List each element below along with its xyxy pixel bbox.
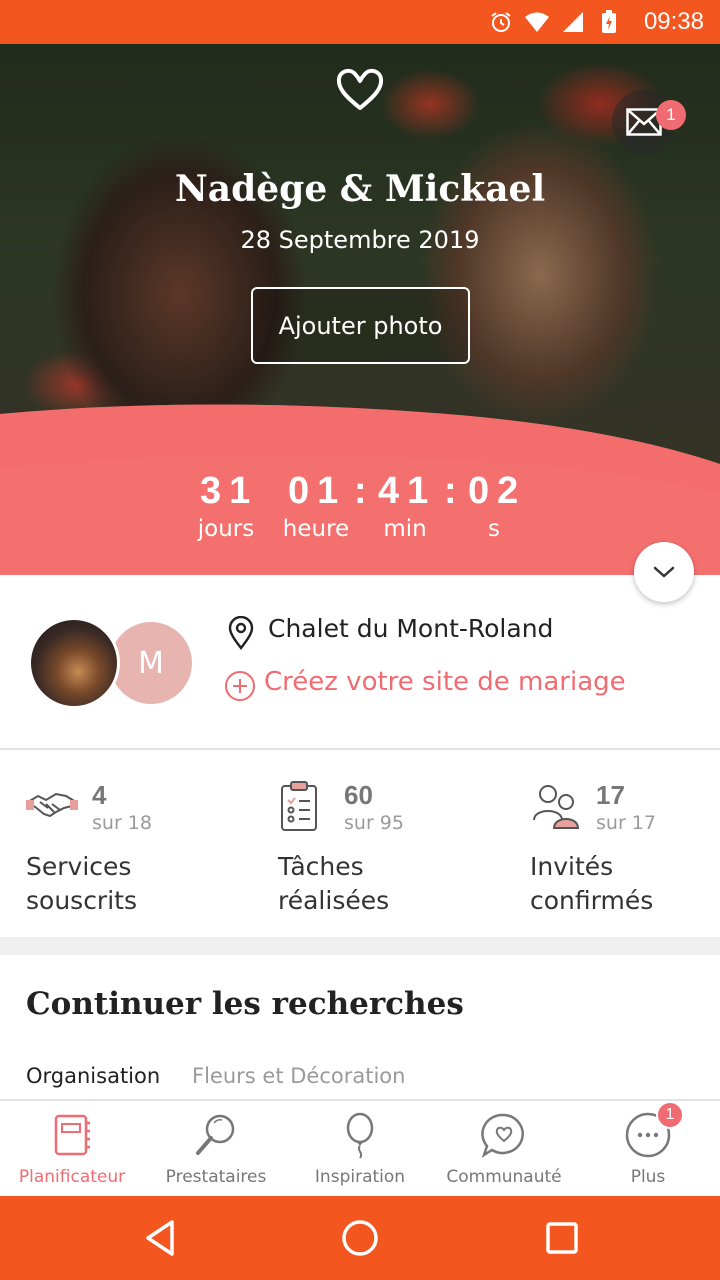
couple-names: Nadège & Mickael [174,168,546,210]
stat-guests[interactable]: 17 sur 17 Invités confirmés [530,776,720,926]
stat-total: sur 17 [596,812,656,834]
home-icon[interactable] [338,1216,382,1260]
nav-prestataires[interactable]: Prestataires [144,1101,288,1198]
location-pin-icon [228,616,254,650]
heart-logo-icon [336,68,384,110]
countdown-seconds: 02 [468,470,527,512]
countdown-seconds-unit: s [488,516,500,542]
section-title: Continuer les recherches [26,986,464,1022]
nav-inspiration[interactable]: Inspiration [288,1101,432,1198]
section-divider [0,937,720,955]
add-circle-icon [225,671,255,701]
stat-count: 4 [92,780,107,810]
nav-communaute[interactable]: Communauté [432,1101,576,1198]
stat-total: sur 95 [344,812,404,834]
countdown-separator: : [444,470,457,512]
planner-book-icon [54,1114,90,1156]
countdown-minutes: 41 [378,470,437,512]
alarm-icon [488,9,514,35]
wifi-icon [524,9,550,35]
partner-avatar[interactable]: M [107,619,195,707]
messages-badge: 1 [656,100,686,130]
search-icon [196,1114,235,1155]
stat-label: Invités confirmés [530,852,654,915]
tab-organisation[interactable]: Organisation [26,1064,160,1088]
countdown-hours: 01 [288,470,347,512]
battery-icon [596,9,622,35]
nav-planificateur[interactable]: Planificateur [0,1101,144,1198]
countdown-days: 31 [200,470,259,512]
stat-label: Services souscrits [26,852,137,915]
system-navigation-bar [0,1196,720,1280]
clipboard-checklist-icon [281,781,317,831]
nav-label: Prestataires [165,1167,267,1187]
handshake-icon [26,792,78,818]
stat-tasks[interactable]: 60 sur 95 Tâches réalisées [278,776,518,926]
nav-label: Communauté [446,1167,562,1187]
expand-button[interactable] [634,542,694,602]
stat-label: Tâches réalisées [278,852,390,915]
countdown-days-unit: jours [197,516,255,542]
signal-icon [560,9,586,35]
create-website-link[interactable]: Créez votre site de mariage [264,667,626,697]
tab-flowers-decoration[interactable]: Fleurs et Décoration [192,1064,405,1088]
chevron-down-icon [653,566,675,578]
countdown-separator: : [354,470,367,512]
stat-services[interactable]: 4 sur 18 Services souscrits [26,776,266,926]
countdown: 31 01 : 41 : 02 jours heure min s [0,470,720,570]
clock: 09:38 [643,8,704,35]
countdown-minutes-unit: min [383,516,427,542]
status-bar: 09:38 [0,0,720,44]
cover-photo[interactable]: 1 Nadège & Mickael 28 Septembre 2019 Ajo… [0,44,720,575]
wedding-date: 28 Septembre 2019 [240,226,480,254]
countdown-hours-unit: heure [282,516,350,542]
nav-plus[interactable]: Plus [576,1101,720,1198]
bottom-navigation: Planificateur Prestataires Inspiration C… [0,1099,720,1196]
venue-name[interactable]: Chalet du Mont-Roland [268,614,553,643]
divider [0,748,720,750]
stat-count: 17 [596,780,625,810]
more-badge: 1 [656,1101,684,1129]
back-icon[interactable] [138,1216,182,1260]
chat-heart-icon [481,1113,524,1158]
balloon-icon [346,1112,374,1159]
nav-label: Plus [630,1167,666,1187]
user-avatar[interactable] [28,617,120,709]
recents-icon[interactable] [540,1216,584,1260]
nav-label: Inspiration [314,1167,406,1187]
guests-icon [533,785,580,829]
stat-total: sur 18 [92,812,152,834]
stat-count: 60 [344,780,373,810]
nav-label: Planificateur [18,1167,126,1187]
add-photo-button[interactable]: Ajouter photo [251,287,470,364]
